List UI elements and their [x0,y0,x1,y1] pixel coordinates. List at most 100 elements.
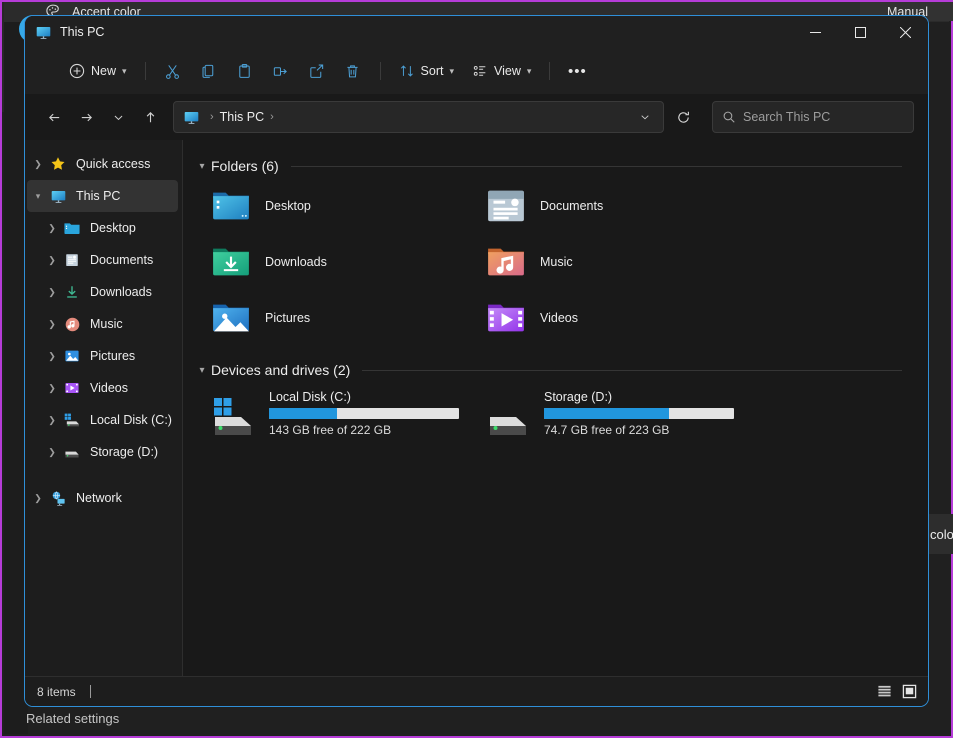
drive-free-space: 74.7 GB free of 223 GB [544,423,734,437]
sidebar-item-downloads[interactable]: ❯ Downloads [27,276,178,308]
breadcrumb-item-this-pc[interactable]: This PC [220,110,264,124]
this-pc-monitor-icon [35,24,52,41]
chevron-right-icon[interactable]: ❯ [27,493,49,504]
drive-name: Local Disk (C:) [269,390,459,404]
this-pc-monitor-icon [183,109,200,126]
address-bar: › This PC › [25,94,928,140]
toolbar-divider [145,62,146,80]
folder-item-videos[interactable]: Videos [480,296,755,340]
folder-label: Videos [540,311,578,325]
star-icon [49,155,67,173]
navigation-pane[interactable]: ❯ Quick access ▾ [25,140,183,676]
drive-name: Storage (D:) [544,390,734,404]
folders-group-header[interactable]: ▾ Folders (6) [193,154,928,178]
title-bar: This PC [25,16,928,48]
minimize-button[interactable] [793,16,838,48]
music-folder-icon [486,245,526,279]
folder-label: Pictures [265,311,310,325]
folder-label: Documents [540,199,603,213]
explorer-body: ❯ Quick access ▾ [25,140,928,676]
chevron-right-icon[interactable]: ❯ [41,287,63,298]
up-button[interactable] [135,102,165,132]
sidebar-item-pictures[interactable]: ❯ Pictures [27,340,178,372]
delete-button[interactable] [336,56,370,86]
chevron-down-icon: ▾ [527,66,532,77]
drive-icon [63,443,81,461]
chevron-right-icon[interactable]: ❯ [41,255,63,266]
windows-drive-icon [211,397,257,437]
chevron-down-icon[interactable]: ▾ [193,365,211,376]
folder-item-pictures[interactable]: Pictures [205,296,480,340]
maximize-button[interactable] [838,16,883,48]
folders-group-title: Folders (6) [211,158,279,174]
sidebar-item-desktop[interactable]: ❯ Desktop [27,212,178,244]
paste-button[interactable] [228,56,262,86]
forward-button[interactable] [71,102,101,132]
windows-drive-icon [63,411,81,429]
folder-item-downloads[interactable]: Downloads [205,240,480,284]
folder-item-desktop[interactable]: Desktop [205,184,480,228]
back-button[interactable] [39,102,69,132]
chevron-right-icon[interactable]: ❯ [41,319,63,330]
sidebar-item-this-pc[interactable]: ▾ This PC [27,180,178,212]
pictures-icon [63,347,81,365]
sort-button[interactable]: Sort ▾ [391,56,462,86]
chevron-right-icon[interactable]: ❯ [41,447,63,458]
sidebar-item-videos[interactable]: ❯ Videos [27,372,178,404]
details-view-button[interactable] [873,681,895,703]
cut-button[interactable] [156,56,190,86]
folder-item-documents[interactable]: Documents [480,184,755,228]
drives-group-header[interactable]: ▾ Devices and drives (2) [193,358,928,382]
chevron-right-icon[interactable]: ❯ [27,159,49,170]
sidebar-item-music[interactable]: ❯ Music [27,308,178,340]
desktop-folder-icon [211,189,251,223]
close-button[interactable] [883,16,928,48]
folder-item-music[interactable]: Music [480,240,755,284]
search-box[interactable] [712,101,914,133]
related-settings-heading: Related settings [26,711,119,726]
toolbar-divider-2 [380,62,381,80]
chevron-right-icon[interactable]: ❯ [41,383,63,394]
share-button[interactable] [300,56,334,86]
documents-folder-icon [486,189,526,223]
sort-button-label: Sort [421,64,444,78]
window-title: This PC [60,25,104,39]
view-button[interactable]: View ▾ [464,56,539,86]
downloads-folder-icon [211,245,251,279]
chevron-right-icon[interactable]: ❯ [41,223,63,234]
sidebar-item-storage-d[interactable]: ❯ Storage (D:) [27,436,178,468]
videos-folder-icon [486,301,526,335]
sidebar-item-local-disk-c[interactable]: ❯ Local Disk (C:) [27,404,178,436]
recent-locations-button[interactable] [103,102,133,132]
chevron-right-icon[interactable]: ❯ [41,351,63,362]
sidebar-item-label: Downloads [90,285,152,299]
settings-color-label: color [930,527,953,542]
large-icons-view-button[interactable] [898,681,920,703]
refresh-button[interactable] [668,102,698,132]
chevron-down-icon: ▾ [122,66,127,77]
new-button[interactable]: New ▾ [61,56,135,86]
downloads-icon [63,283,81,301]
sidebar-item-network[interactable]: ❯ Network [27,482,178,514]
drive-info: Storage (D:) 74.7 GB free of 223 GB [544,390,734,437]
ellipsis-icon: ••• [568,64,587,79]
breadcrumb-dropdown-button[interactable] [633,105,657,129]
view-button-label: View [494,64,521,78]
sidebar-item-label: Music [90,317,123,331]
rename-button[interactable] [264,56,298,86]
sidebar-item-label: Quick access [76,157,150,171]
sidebar-item-quick-access[interactable]: ❯ Quick access [27,148,178,180]
drive-item-local-disk-c[interactable]: Local Disk (C:) 143 GB free of 222 GB [205,388,480,439]
window-controls [793,16,928,48]
chevron-right-icon[interactable]: ❯ [41,415,63,426]
sidebar-item-documents[interactable]: ❯ Documents [27,244,178,276]
chevron-down-icon[interactable]: ▾ [27,191,49,202]
chevron-down-icon[interactable]: ▾ [193,161,211,172]
sidebar-item-label: Local Disk (C:) [90,413,172,427]
more-options-button[interactable]: ••• [560,56,594,86]
breadcrumb-bar[interactable]: › This PC › [173,101,664,133]
pictures-folder-icon [211,301,251,335]
drive-item-storage-d[interactable]: Storage (D:) 74.7 GB free of 223 GB [480,388,755,439]
copy-button[interactable] [192,56,226,86]
search-input[interactable] [743,110,904,124]
